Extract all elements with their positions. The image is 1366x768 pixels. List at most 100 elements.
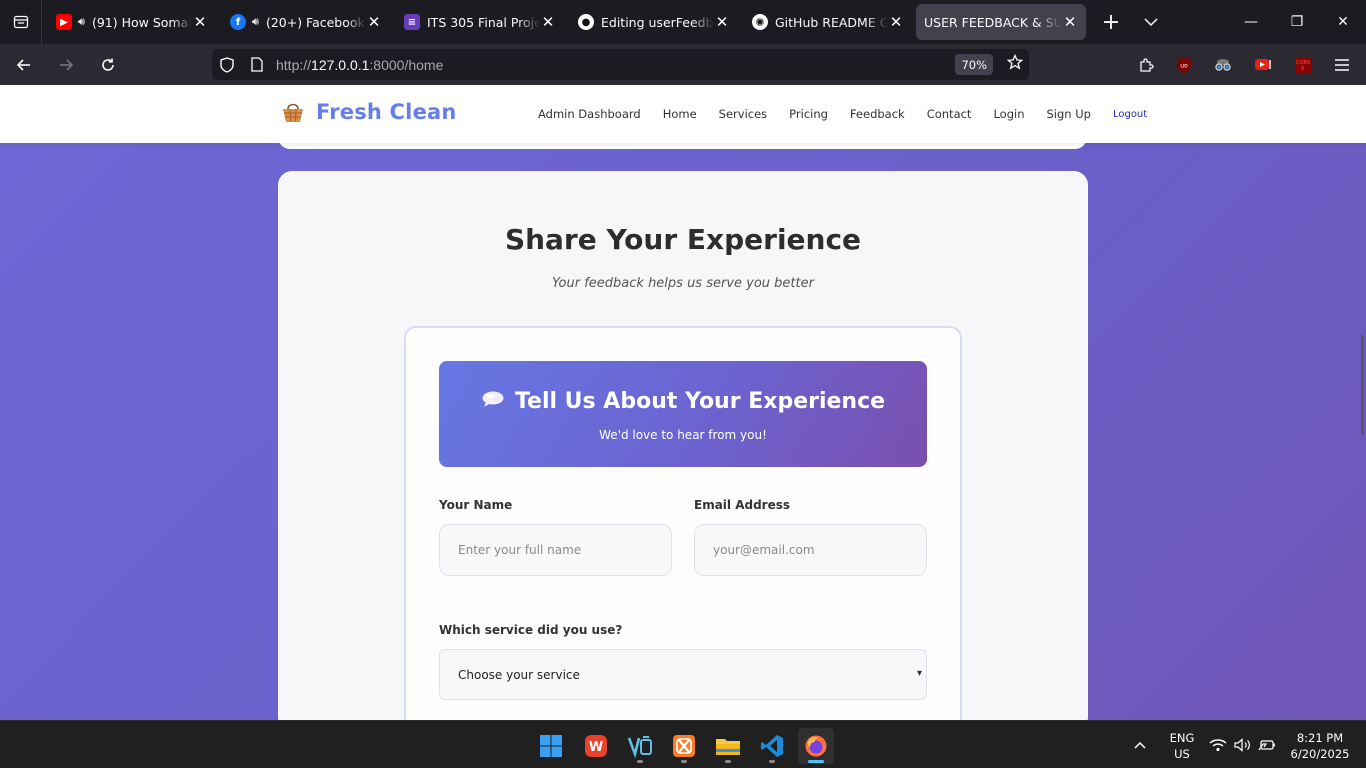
tab-close-icon[interactable]: ✕: [366, 13, 382, 31]
svg-text:W: W: [589, 740, 603, 755]
browser-tab-github[interactable]: ● Editing userFeedbackA ✕: [568, 4, 738, 40]
tab-close-icon[interactable]: ✕: [888, 13, 904, 31]
service-select[interactable]: Choose your service ▾: [439, 649, 927, 700]
email-input[interactable]: your@email.com: [694, 524, 927, 576]
tab-title: ITS 305 Final Project Su: [427, 14, 540, 30]
feedback-card: Share Your Experience Your feedback help…: [278, 171, 1088, 720]
tab-close-icon[interactable]: ✕: [540, 13, 556, 31]
active-indicator: [808, 760, 824, 763]
video-extension-icon[interactable]: [1246, 44, 1280, 85]
nav-pricing[interactable]: Pricing: [789, 107, 828, 121]
nav-home[interactable]: Home: [663, 107, 697, 121]
name-input[interactable]: Enter your full name: [439, 524, 672, 576]
page-scrollbar[interactable]: [1361, 335, 1364, 435]
firefox-icon[interactable]: [798, 728, 834, 764]
xampp-icon[interactable]: [666, 728, 702, 764]
nav-sign-up[interactable]: Sign Up: [1046, 107, 1090, 121]
feedback-form: Tell Us About Your Experience We'd love …: [404, 326, 962, 720]
svg-text:E: E: [1301, 66, 1304, 72]
tab-title: (20+) Facebook: [265, 14, 365, 30]
zoom-indicator[interactable]: 70%: [955, 54, 993, 75]
vscode-icon[interactable]: [754, 728, 790, 764]
tab-title: GitHub README Creat: [775, 14, 888, 30]
tab-close-icon[interactable]: ✕: [192, 13, 208, 31]
back-button[interactable]: [6, 49, 42, 81]
speech-bubble-icon: [481, 389, 505, 414]
close-window-button[interactable]: ✕: [1320, 0, 1366, 44]
tab-title: USER FEEDBACK & SUGGE: [924, 14, 1062, 30]
wifi-icon[interactable]: [1209, 721, 1227, 768]
show-hidden-icons[interactable]: [1133, 721, 1147, 768]
service-label: Which service did you use?: [439, 623, 623, 637]
nav-services[interactable]: Services: [719, 107, 768, 121]
tab-strip: ▶ 🔊︎ (91) How Somalia ✕ f 🔊︎ (20+) Faceb…: [0, 0, 1366, 44]
page-subtitle: Your feedback helps us serve you better: [552, 276, 814, 291]
service-selected-value: Choose your service: [458, 667, 580, 682]
browser-tab-youtube[interactable]: ▶ 🔊︎ (91) How Somalia ✕: [46, 4, 216, 40]
browser-tab-forms[interactable]: ≡ ITS 305 Final Project Su ✕: [394, 4, 564, 40]
url-prefix: http://: [276, 56, 312, 73]
site-header: Fresh Clean Admin Dashboard Home Service…: [0, 85, 1366, 143]
page-title: Share Your Experience: [504, 223, 862, 256]
url-host: 127.0.0.1: [311, 56, 370, 73]
url-text[interactable]: http://127.0.0.1:8000/home: [276, 57, 443, 73]
banner-subtitle: We'd love to hear from you!: [599, 428, 767, 442]
nav-admin-dashboard[interactable]: Admin Dashboard: [538, 107, 641, 121]
facebook-icon: f: [230, 14, 246, 30]
volume-icon[interactable]: [1234, 721, 1252, 768]
chevron-down-icon: [1144, 18, 1158, 27]
language-indicator[interactable]: ENG US: [1166, 730, 1198, 762]
reload-button[interactable]: [90, 49, 126, 81]
browser-tab-chatgpt[interactable]: ✺ GitHub README Creat ✕: [742, 4, 912, 40]
windows-taskbar: W ENG US 8:21 PM 6/20/2025: [0, 720, 1366, 768]
logout-button[interactable]: Logout: [1113, 109, 1147, 120]
extensions-button[interactable]: [1129, 44, 1163, 85]
form-banner: Tell Us About Your Experience We'd love …: [439, 361, 927, 467]
firefox-view-button[interactable]: [0, 0, 42, 44]
new-tab-button[interactable]: +: [1096, 7, 1126, 37]
name-label: Your Name: [439, 498, 513, 512]
brand-name: Fresh Clean: [316, 100, 457, 124]
wps-office-icon[interactable]: W: [578, 728, 614, 764]
file-explorer-icon[interactable]: [710, 728, 746, 764]
ublock-extension-icon[interactable]: uo: [1167, 44, 1201, 85]
language-code: ENG: [1169, 731, 1195, 745]
list-all-tabs-button[interactable]: [1136, 7, 1166, 37]
minimize-button[interactable]: —: [1228, 0, 1274, 44]
app-menu-button[interactable]: [1325, 44, 1359, 85]
page-info-icon[interactable]: [242, 57, 272, 72]
tab-close-icon[interactable]: ✕: [1062, 13, 1078, 31]
bookmark-star-icon[interactable]: [1006, 53, 1024, 74]
firefox-view-icon: [13, 15, 28, 29]
speaker-icon[interactable]: 🔊︎: [78, 15, 85, 29]
spy-extension-icon[interactable]: [1206, 44, 1240, 85]
navigation-toolbar: http://127.0.0.1:8000/home 70% uo CORS E: [0, 44, 1366, 85]
site-nav: Admin Dashboard Home Services Pricing Fe…: [538, 107, 1147, 121]
battery-icon[interactable]: [1258, 721, 1276, 768]
youtube-icon: ▶: [56, 14, 72, 30]
cors-extension-icon[interactable]: CORS E: [1286, 44, 1320, 85]
running-indicator: [725, 760, 731, 763]
shield-icon[interactable]: [212, 56, 242, 73]
banner-title: Tell Us About Your Experience: [514, 389, 886, 414]
forms-icon: ≡: [404, 14, 420, 30]
banner-heading: Tell Us About Your Experience: [439, 389, 927, 414]
system-clock[interactable]: 8:21 PM 6/20/2025: [1286, 730, 1354, 762]
windows-start-icon[interactable]: [533, 728, 569, 764]
page-viewport: Fresh Clean Admin Dashboard Home Service…: [0, 85, 1366, 720]
restore-button[interactable]: ❐: [1274, 0, 1320, 44]
browser-tab-active[interactable]: USER FEEDBACK & SUGGE ✕: [916, 4, 1086, 40]
arrow-right-icon: [60, 58, 74, 71]
nav-login[interactable]: Login: [993, 107, 1024, 121]
browser-tab-facebook[interactable]: f 🔊︎ (20+) Facebook ✕: [220, 4, 390, 40]
site-logo[interactable]: Fresh Clean: [282, 100, 457, 124]
tab-close-icon[interactable]: ✕: [714, 13, 730, 31]
clock-date: 6/20/2025: [1290, 747, 1350, 761]
nav-feedback[interactable]: Feedback: [850, 107, 905, 121]
visual-studio-icon[interactable]: [622, 728, 658, 764]
speaker-icon[interactable]: 🔊︎: [252, 15, 259, 29]
forward-button[interactable]: [48, 49, 84, 81]
nav-contact[interactable]: Contact: [927, 107, 972, 121]
address-bar[interactable]: http://127.0.0.1:8000/home 70%: [212, 49, 1029, 80]
chevron-up-icon: [1134, 741, 1146, 749]
